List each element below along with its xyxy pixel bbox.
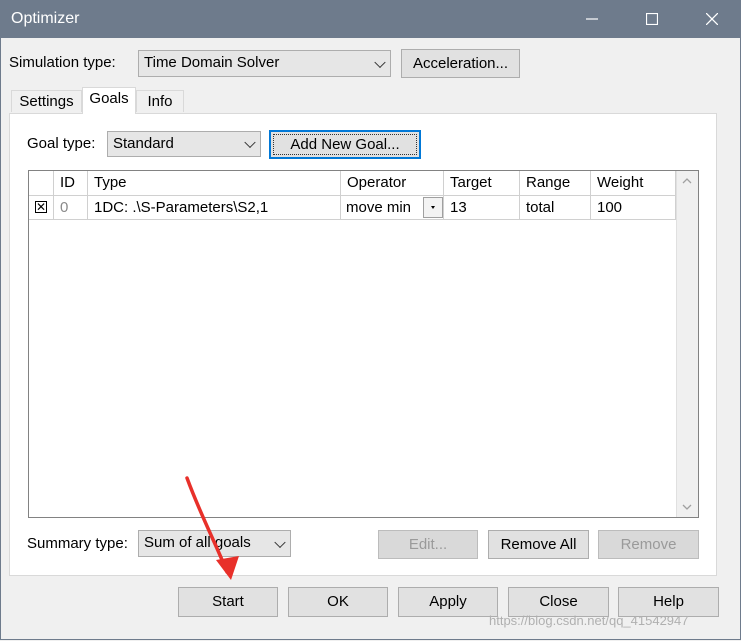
apply-button[interactable]: Apply xyxy=(398,587,498,617)
dropdown-arrow-icon xyxy=(431,206,435,209)
row-checkbox-cell[interactable]: ✕ xyxy=(29,196,54,220)
chevron-down-icon xyxy=(244,136,256,149)
minimize-button[interactable] xyxy=(572,4,612,34)
cell-range[interactable]: total xyxy=(520,196,591,220)
chevron-down-icon xyxy=(374,56,386,68)
close-window-button[interactable] xyxy=(692,4,732,34)
column-header-type[interactable]: Type xyxy=(88,171,341,196)
goal-type-value: Standard xyxy=(113,135,174,152)
tab-settings[interactable]: Settings xyxy=(11,90,82,112)
tab-goals[interactable]: Goals xyxy=(82,87,136,114)
close-icon xyxy=(706,13,718,25)
goals-table[interactable]: ID Type Operator Target Range Weight ✕ 0… xyxy=(28,170,699,518)
add-new-goal-button[interactable]: Add New Goal... xyxy=(269,130,421,159)
simulation-type-label: Simulation type: xyxy=(9,54,116,71)
scroll-up-icon xyxy=(682,178,692,184)
ok-button[interactable]: OK xyxy=(288,587,388,617)
column-header-id[interactable]: ID xyxy=(54,171,88,196)
column-header-range[interactable]: Range xyxy=(520,171,591,196)
scroll-down-icon xyxy=(682,504,692,510)
cell-target[interactable]: 13 xyxy=(444,196,520,220)
start-button[interactable]: Start xyxy=(178,587,278,617)
summary-type-label: Summary type: xyxy=(27,535,128,552)
operator-dropdown-button[interactable] xyxy=(423,197,443,218)
goal-type-label: Goal type: xyxy=(27,135,96,152)
edit-button[interactable]: Edit... xyxy=(378,530,478,559)
maximize-icon xyxy=(646,13,658,25)
cell-weight[interactable]: 100 xyxy=(591,196,676,220)
vertical-scrollbar[interactable] xyxy=(676,171,698,517)
operator-value: move min xyxy=(346,199,412,216)
remove-button[interactable]: Remove xyxy=(598,530,699,559)
simulation-type-value: Time Domain Solver xyxy=(144,54,280,71)
maximize-button[interactable] xyxy=(632,4,672,34)
column-header-target[interactable]: Target xyxy=(444,171,520,196)
simulation-type-select[interactable]: Time Domain Solver xyxy=(138,50,391,77)
cell-operator[interactable]: move min xyxy=(341,196,444,220)
cell-id: 0 xyxy=(54,196,88,220)
tab-info[interactable]: Info xyxy=(136,90,184,112)
remove-all-button[interactable]: Remove All xyxy=(488,530,589,559)
row-checkbox[interactable]: ✕ xyxy=(35,201,47,213)
column-header-operator[interactable]: Operator xyxy=(341,171,444,196)
title-bar: Optimizer xyxy=(0,0,741,38)
cell-type[interactable]: 1DC: .\S-Parameters\S2,1 xyxy=(88,196,341,220)
chevron-down-icon xyxy=(274,536,286,548)
window-title: Optimizer xyxy=(11,10,80,27)
column-header-weight[interactable]: Weight xyxy=(591,171,676,196)
column-header-check xyxy=(29,171,54,196)
minimize-icon xyxy=(586,18,598,20)
goal-type-select[interactable]: Standard xyxy=(107,131,261,157)
annotation-arrow-icon xyxy=(185,476,239,580)
acceleration-button[interactable]: Acceleration... xyxy=(401,49,520,78)
watermark-text: https://blog.csdn.net/qq_41542947 xyxy=(489,613,689,628)
focus-ring xyxy=(273,134,417,155)
